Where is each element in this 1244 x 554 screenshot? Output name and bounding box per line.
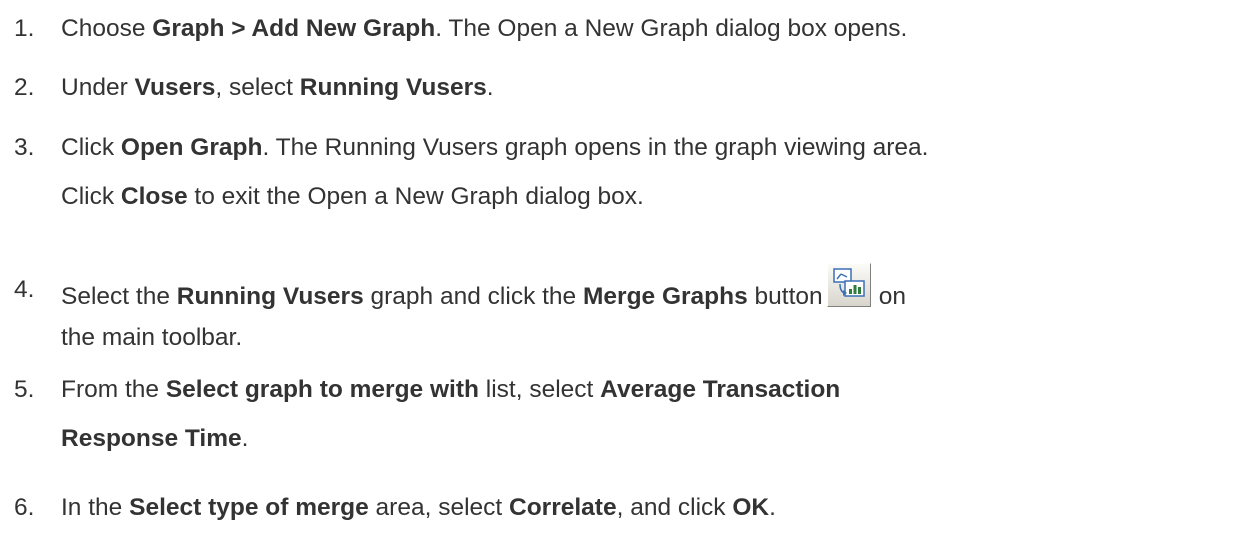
step-text: Choose: [61, 15, 153, 42]
step-text: area, select: [368, 494, 510, 521]
ui-term: Merge Graphs: [583, 283, 748, 310]
step-text-line: the main toolbar.: [61, 323, 242, 353]
step-text-line: Click Open Graph. The Running Vusers gra…: [61, 133, 928, 163]
step-text-line: Under Vusers, select Running Vusers.: [61, 73, 494, 103]
ui-term: Select type of merge: [129, 494, 369, 521]
step-text: From the: [61, 376, 166, 403]
step-text: , select: [215, 74, 300, 101]
ui-term: Running Vusers: [299, 74, 487, 101]
ui-term: Vusers: [134, 74, 216, 101]
step-text-line: Click Close to exit the Open a New Graph…: [61, 182, 644, 212]
step-number: 2.: [14, 74, 35, 101]
step-number: 5.: [14, 376, 35, 403]
ui-term: Running Vusers: [176, 283, 364, 310]
step-text: button: [747, 283, 823, 310]
step-number: 4.: [14, 276, 35, 303]
step-text-line: In the Select type of merge area, select…: [61, 493, 776, 523]
ui-term: Correlate: [509, 494, 617, 521]
step-text: the main toolbar.: [61, 324, 243, 351]
step-text: Click: [61, 183, 121, 210]
step-number: 1.: [14, 15, 35, 42]
ui-term: Open Graph: [120, 134, 263, 161]
step-text: Under: [61, 74, 135, 101]
step-text: Select the: [61, 283, 177, 310]
merge-graphs-button[interactable]: [826, 263, 871, 307]
ui-term: Close: [120, 183, 188, 210]
step-text-line: Choose Graph > Add New Graph. The Open a…: [61, 14, 907, 44]
step-text-line: From the Select graph to merge with list…: [61, 375, 840, 405]
step-text: to exit the Open a New Graph dialog box.: [187, 183, 644, 210]
step-text: list, select: [478, 376, 601, 403]
merge-graphs-icon: [832, 268, 865, 297]
ui-term: Graph > Add New Graph: [152, 15, 436, 42]
step-number: 3.: [14, 134, 35, 161]
step-text: .: [241, 425, 249, 452]
step-text: In the: [61, 494, 130, 521]
step-text-line: Select the Running Vusers graph and clic…: [61, 263, 906, 312]
ui-term: Select graph to merge with: [165, 376, 479, 403]
step-text-line: Response Time.: [61, 424, 248, 454]
step-text: , and click: [616, 494, 733, 521]
step-text: Click: [61, 134, 121, 161]
ui-term: Response Time: [61, 425, 242, 452]
step-text: . The Running Vusers graph opens in the …: [262, 134, 929, 161]
step-text: graph and click the: [363, 283, 583, 310]
step-text: .: [486, 74, 494, 101]
step-text: on: [878, 283, 906, 310]
step-number: 6.: [14, 494, 35, 521]
step-text: . The Open a New Graph dialog box opens.: [435, 15, 908, 42]
ui-term: Average Transaction: [600, 376, 841, 403]
step-text: .: [769, 494, 776, 521]
ui-term: OK: [732, 494, 770, 521]
